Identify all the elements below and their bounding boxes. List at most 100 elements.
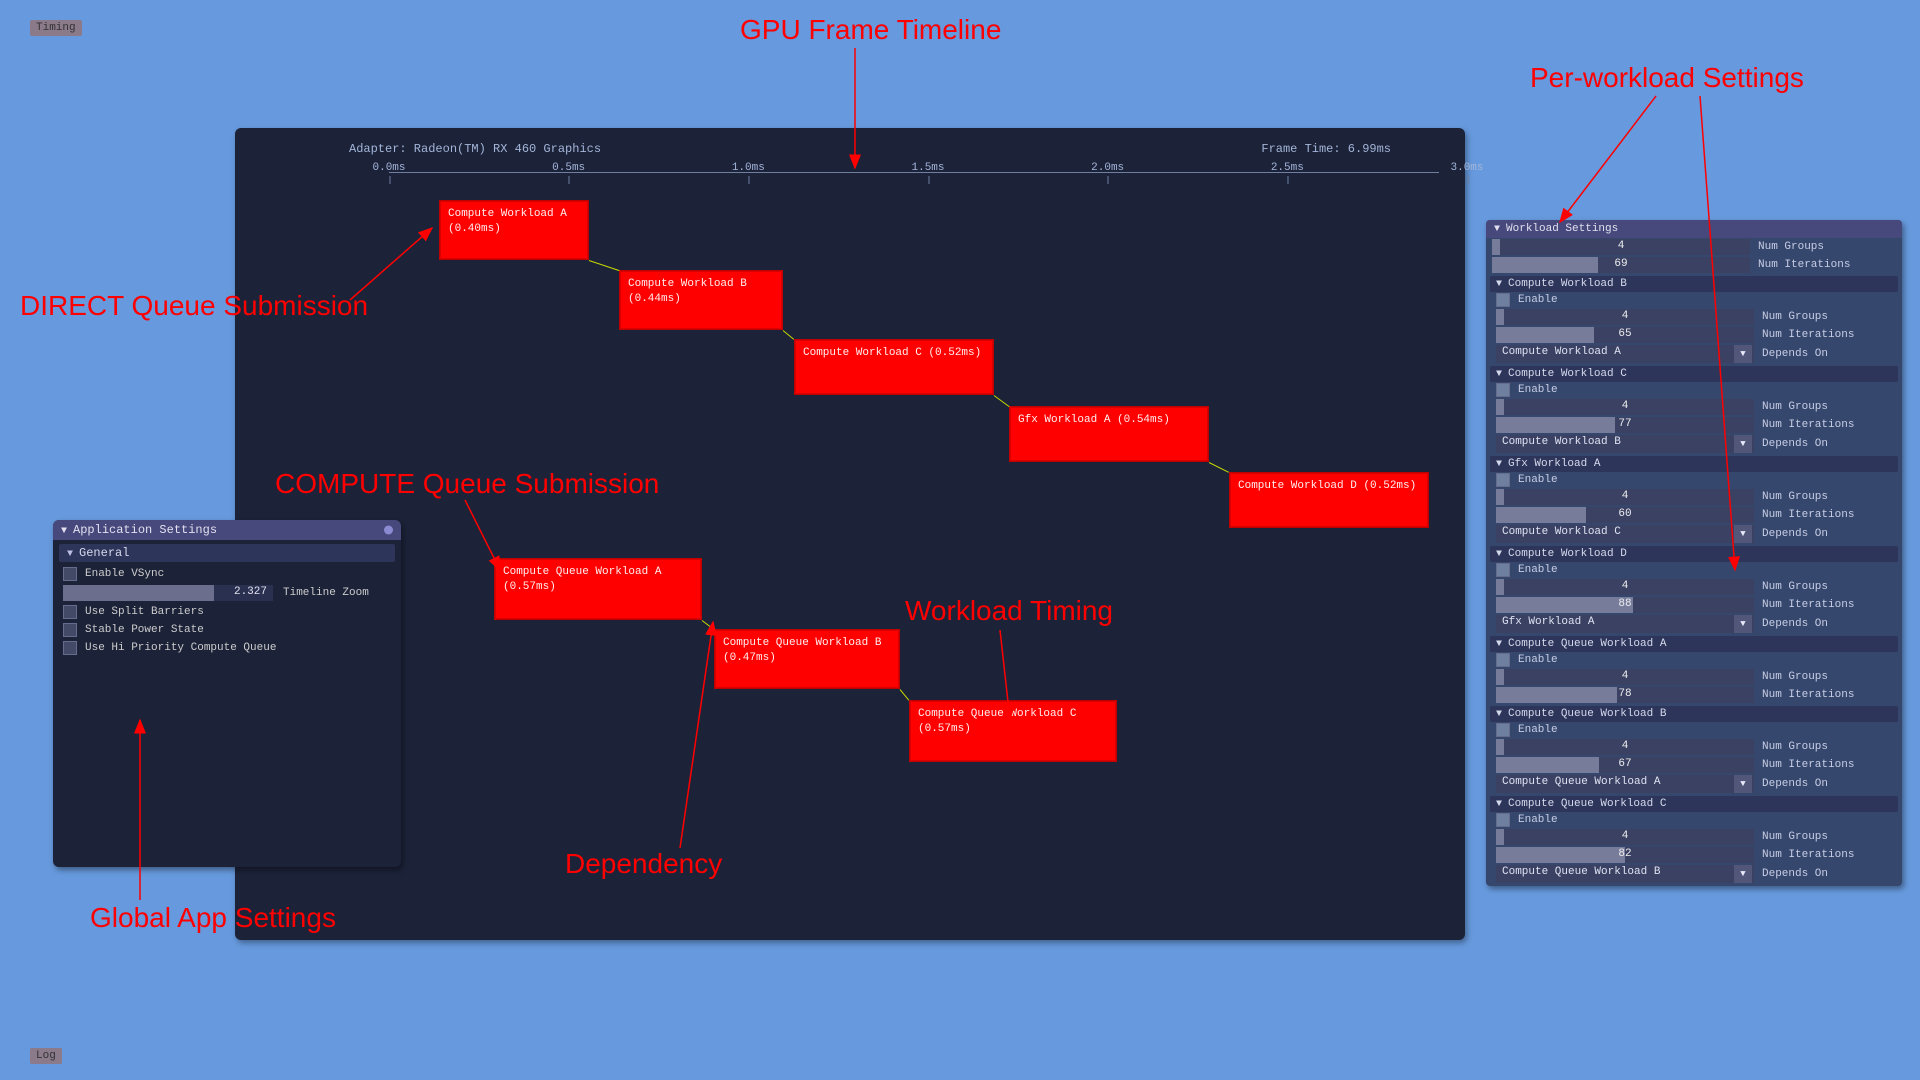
timeline-zoom-row[interactable]: 2.327 Timeline Zoom: [53, 583, 401, 603]
num-iterations-row[interactable]: 88Num Iterations: [1490, 596, 1898, 614]
chevron-down-icon[interactable]: ▼: [1734, 865, 1752, 883]
num-groups-label: Num Groups: [1758, 241, 1824, 253]
num-iterations-row[interactable]: 77Num Iterations: [1490, 416, 1898, 434]
enable-row[interactable]: Enable: [1490, 292, 1898, 308]
timeline-panel: Adapter: Radeon(TM) RX 460 Graphics Fram…: [235, 128, 1465, 940]
workload-cwC[interactable]: Compute Workload C (0.52ms): [794, 339, 994, 395]
enable-row[interactable]: Enable: [1490, 722, 1898, 738]
chevron-down-icon[interactable]: ▼: [1734, 345, 1752, 363]
enable-checkbox[interactable]: [1496, 383, 1510, 397]
tab-timing[interactable]: Timing: [30, 20, 82, 36]
depends-on-row[interactable]: Compute Workload C▼Depends On: [1490, 524, 1898, 544]
num-iterations-row[interactable]: 65Num Iterations: [1490, 326, 1898, 344]
num-groups-row[interactable]: 4Num Groups: [1490, 668, 1898, 686]
enable-checkbox[interactable]: [1496, 813, 1510, 827]
workload-gfxA[interactable]: Gfx Workload A (0.54ms): [1009, 406, 1209, 462]
num-iterations-row[interactable]: 78Num Iterations: [1490, 686, 1898, 704]
num-groups-row[interactable]: 4Num Groups: [1490, 308, 1898, 326]
wset-section-header[interactable]: Compute Workload B: [1490, 276, 1898, 292]
top-num-groups-row[interactable]: 4 Num Groups: [1486, 238, 1902, 256]
workload-cwB[interactable]: Compute Workload B (0.44ms): [619, 270, 783, 330]
enable-vsync-checkbox[interactable]: [63, 567, 77, 581]
depends-on-dropdown[interactable]: Gfx Workload A▼: [1496, 615, 1754, 633]
hi-prio-compute-checkbox[interactable]: [63, 641, 77, 655]
num-groups-slider[interactable]: 4: [1496, 399, 1754, 415]
workload-cwA[interactable]: Compute Workload A (0.40ms): [439, 200, 589, 260]
chevron-down-icon[interactable]: ▼: [1734, 435, 1752, 453]
hi-prio-compute-row[interactable]: Use Hi Priority Compute Queue: [53, 639, 401, 657]
stable-power-checkbox[interactable]: [63, 623, 77, 637]
depends-on-row[interactable]: Gfx Workload A▼Depends On: [1490, 614, 1898, 634]
num-groups-row[interactable]: 4Num Groups: [1490, 398, 1898, 416]
depends-on-dropdown[interactable]: Compute Queue Workload B▼: [1496, 865, 1754, 883]
num-iterations-slider[interactable]: 77: [1496, 417, 1754, 433]
depends-on-dropdown[interactable]: Compute Workload B▼: [1496, 435, 1754, 453]
num-groups-row[interactable]: 4Num Groups: [1490, 578, 1898, 596]
num-groups-slider[interactable]: 4: [1496, 669, 1754, 685]
num-groups-slider[interactable]: 4: [1496, 739, 1754, 755]
wset-section-header[interactable]: Gfx Workload A: [1490, 456, 1898, 472]
num-iterations-slider[interactable]: 69: [1492, 257, 1750, 273]
stable-power-row[interactable]: Stable Power State: [53, 621, 401, 639]
depends-on-row[interactable]: Compute Queue Workload B▼ Depends On: [1490, 864, 1898, 884]
workload-cqA[interactable]: Compute Queue Workload A (0.57ms): [494, 558, 702, 620]
timeline-area[interactable]: Compute Workload A (0.40ms) Compute Workl…: [249, 184, 1451, 926]
enable-row[interactable]: Enable: [1490, 382, 1898, 398]
num-iterations-slider[interactable]: 60: [1496, 507, 1754, 523]
num-groups-slider[interactable]: 4: [1496, 489, 1754, 505]
application-settings-title[interactable]: ▼ Application Settings: [53, 520, 401, 540]
depends-on-label: Depends On: [1762, 868, 1828, 880]
enable-vsync-row[interactable]: Enable VSync: [53, 565, 401, 583]
chevron-down-icon[interactable]: ▼: [1734, 615, 1752, 633]
wset-section-header[interactable]: Compute Queue Workload B: [1490, 706, 1898, 722]
depends-on-row[interactable]: Compute Workload B▼Depends On: [1490, 434, 1898, 454]
num-iterations-slider[interactable]: 88: [1496, 597, 1754, 613]
wset-section-header[interactable]: Compute Queue Workload C: [1490, 796, 1898, 812]
depends-on-row[interactable]: Compute Workload A▼Depends On: [1490, 344, 1898, 364]
wset-section-header[interactable]: Compute Workload C: [1490, 366, 1898, 382]
workload-cqB[interactable]: Compute Queue Workload B (0.47ms): [714, 629, 900, 689]
enable-row[interactable]: Enable: [1490, 652, 1898, 668]
timeline-zoom-slider[interactable]: 2.327: [63, 585, 273, 601]
enable-row[interactable]: Enable: [1490, 472, 1898, 488]
depends-on-dropdown[interactable]: Compute Workload C▼: [1496, 525, 1754, 543]
workload-settings-title[interactable]: ▼ Workload Settings: [1486, 220, 1902, 238]
workload-cqC[interactable]: Compute Queue Workload C (0.57ms): [909, 700, 1117, 762]
chevron-down-icon[interactable]: ▼: [1734, 775, 1752, 793]
enable-checkbox[interactable]: [1496, 723, 1510, 737]
workload-cwD[interactable]: Compute Workload D (0.52ms): [1229, 472, 1429, 528]
wset-section-header[interactable]: Compute Workload D: [1490, 546, 1898, 562]
enable-row[interactable]: Enable: [1490, 812, 1898, 828]
num-groups-row[interactable]: 4Num Groups: [1490, 828, 1898, 846]
depends-on-row[interactable]: Compute Queue Workload A▼Depends On: [1490, 774, 1898, 794]
num-groups-slider[interactable]: 4: [1492, 239, 1750, 255]
enable-label: Enable: [1518, 474, 1558, 486]
enable-row[interactable]: Enable: [1490, 562, 1898, 578]
depends-on-dropdown[interactable]: Compute Workload A▼: [1496, 345, 1754, 363]
depends-on-dropdown[interactable]: Compute Queue Workload A▼: [1496, 775, 1754, 793]
num-iterations-row[interactable]: 82Num Iterations: [1490, 846, 1898, 864]
num-iterations-row[interactable]: 67Num Iterations: [1490, 756, 1898, 774]
num-iterations-slider[interactable]: 78: [1496, 687, 1754, 703]
general-section-header[interactable]: General: [59, 544, 395, 562]
num-iterations-row[interactable]: 60Num Iterations: [1490, 506, 1898, 524]
num-groups-slider[interactable]: 4: [1496, 579, 1754, 595]
num-iterations-slider[interactable]: 67: [1496, 757, 1754, 773]
wset-section-header[interactable]: Compute Queue Workload A: [1490, 636, 1898, 652]
split-barriers-row[interactable]: Use Split Barriers: [53, 603, 401, 621]
enable-checkbox[interactable]: [1496, 293, 1510, 307]
enable-checkbox[interactable]: [1496, 473, 1510, 487]
split-barriers-checkbox[interactable]: [63, 605, 77, 619]
num-iterations-slider[interactable]: 65: [1496, 327, 1754, 343]
num-iterations-slider[interactable]: 82: [1496, 847, 1754, 863]
num-groups-row[interactable]: 4Num Groups: [1490, 488, 1898, 506]
num-groups-slider[interactable]: 4: [1496, 309, 1754, 325]
enable-checkbox[interactable]: [1496, 653, 1510, 667]
chevron-down-icon[interactable]: ▼: [1734, 525, 1752, 543]
timeline-ruler: 0.0ms0.5ms1.0ms1.5ms2.0ms2.5ms3.0ms: [249, 162, 1451, 184]
enable-checkbox[interactable]: [1496, 563, 1510, 577]
tab-log[interactable]: Log: [30, 1048, 62, 1064]
num-groups-slider[interactable]: 4: [1496, 829, 1754, 845]
top-num-iterations-row[interactable]: 69 Num Iterations: [1486, 256, 1902, 274]
num-groups-row[interactable]: 4Num Groups: [1490, 738, 1898, 756]
